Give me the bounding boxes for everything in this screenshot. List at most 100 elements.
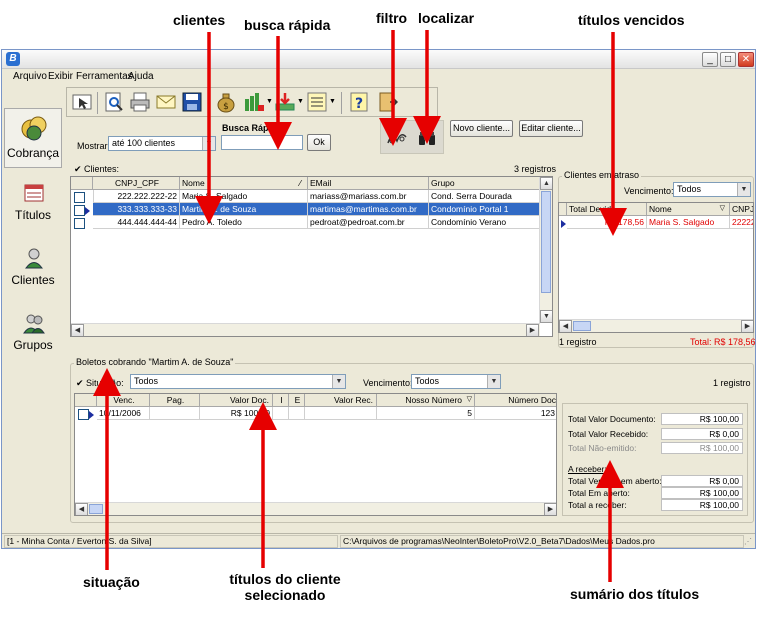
row-checkbox[interactable] — [78, 409, 89, 420]
scroll-thumb[interactable] — [541, 191, 551, 293]
print-icon[interactable] — [129, 91, 151, 113]
atraso-vencimento-select[interactable]: Todos ▼ — [673, 182, 751, 197]
grid-header-valor-doc[interactable]: Valor Doc. — [200, 394, 273, 407]
resize-grip-icon[interactable]: ⋰ — [744, 537, 752, 546]
cell-email: pedroat@pedroat.com.br — [308, 216, 429, 229]
grid-header-grupo[interactable]: Grupo — [429, 177, 540, 190]
chevron-down-icon[interactable]: ▼ — [297, 98, 304, 105]
busca-rapida-input[interactable] — [221, 135, 303, 150]
cell-total: R$ 178,56 — [567, 216, 647, 229]
email-icon[interactable] — [155, 91, 177, 113]
atraso-grid: Total Devido Nome ▽ CNPJ R$ 178,56 Maria … — [558, 202, 754, 333]
scroll-left-icon[interactable]: ◀ — [559, 320, 572, 332]
cell-nome: Maria S. Salgado — [647, 216, 730, 229]
list-icon[interactable] — [306, 91, 328, 113]
atraso-hscroll[interactable]: ◀ ▶ — [559, 319, 753, 332]
menu-ferramentas[interactable]: Ferramentas — [76, 71, 133, 82]
sidebar-label: Títulos — [14, 208, 51, 222]
grid-header-nome[interactable]: Nome ⁄ — [180, 177, 308, 190]
summary-value: R$ 100,00 — [661, 499, 743, 511]
clients-hscroll[interactable]: ◀ ▶ — [71, 323, 540, 336]
title-bar[interactable]: B _ □ ✕ — [2, 50, 755, 69]
annotation-titulos-vencidos: títulos vencidos — [578, 12, 685, 28]
grid-header-valor-rec[interactable]: Valor Rec. — [305, 394, 377, 407]
binoculars-icon[interactable] — [417, 129, 437, 147]
grid-header-email[interactable]: EMail — [308, 177, 429, 190]
summary-value: R$ 0,00 — [661, 475, 743, 487]
summary-value: R$ 100,00 — [661, 442, 743, 454]
scroll-thumb[interactable] — [89, 504, 103, 514]
chevron-down-icon: ▼ — [487, 375, 500, 388]
situacao-select[interactable]: Todos ▼ — [130, 374, 346, 389]
mostrar-select[interactable]: até 100 clientes ▼ — [108, 136, 216, 151]
menu-exibir[interactable]: Exibir — [48, 71, 73, 82]
download-icon[interactable] — [274, 91, 296, 113]
scroll-right-icon[interactable]: ▶ — [544, 503, 556, 515]
sidebar-item-clientes[interactable]: Clientes — [4, 243, 62, 303]
scroll-right-icon[interactable]: ▶ — [741, 320, 753, 332]
ok-button[interactable]: Ok — [307, 134, 331, 151]
scroll-thumb[interactable] — [573, 321, 591, 331]
grid-header-total[interactable]: Total Devido — [567, 203, 647, 216]
summary-value: R$ 100,00 — [661, 487, 743, 499]
menu-ajuda[interactable]: Ajuda — [128, 71, 154, 82]
boletos-vencimento-select[interactable]: Todos ▼ — [411, 374, 501, 389]
save-icon[interactable] — [181, 91, 203, 113]
app-window: B _ □ ✕ Arquivo Exibir Ferramentas Ajuda… — [1, 49, 756, 549]
coins-icon — [21, 116, 47, 141]
chevron-down-icon[interactable]: ▼ — [329, 98, 336, 105]
status-user: [1 - Minha Conta / Everton S. da Silva] — [4, 535, 338, 548]
grid-header-i[interactable]: I — [273, 394, 289, 407]
scroll-left-icon[interactable]: ◀ — [75, 503, 88, 515]
pointer-icon[interactable] — [71, 91, 93, 113]
filter-icon[interactable] — [386, 129, 408, 147]
menu-bar: Arquivo Exibir Ferramentas Ajuda — [2, 69, 755, 85]
sort-icon: ▽ — [466, 396, 472, 403]
sidebar-item-cobranca[interactable]: Cobrança — [4, 108, 62, 168]
help-icon[interactable]: ? — [348, 91, 370, 113]
row-checkbox[interactable] — [74, 205, 85, 216]
cell-e — [289, 407, 305, 420]
grid-header-e[interactable]: E — [289, 394, 305, 407]
grid-header-venc[interactable]: Venc. — [97, 394, 150, 407]
row-checkbox[interactable] — [74, 192, 85, 203]
scroll-left-icon[interactable]: ◀ — [71, 324, 84, 336]
grid-header-numero-doc[interactable]: Número Doc — [475, 394, 556, 407]
boletos-hscroll[interactable]: ◀ ▶ — [75, 502, 556, 515]
grid-header-cnpj[interactable]: CNPJ — [730, 203, 753, 216]
grid-header-nome[interactable]: Nome ▽ — [647, 203, 730, 216]
novo-cliente-button[interactable]: Novo cliente... — [450, 120, 513, 137]
money-bag-icon[interactable]: $ — [215, 91, 237, 113]
annotation-localizar: localizar — [418, 10, 475, 26]
scroll-down-icon[interactable]: ▼ — [540, 310, 552, 323]
add-boleto-icon[interactable] — [243, 91, 265, 113]
editar-cliente-button[interactable]: Editar cliente... — [519, 120, 583, 137]
grid-header-cnpj[interactable]: CNPJ_CPF — [93, 177, 180, 190]
scroll-right-icon[interactable]: ▶ — [526, 324, 539, 336]
cell-cnpj: 22222 — [730, 216, 753, 229]
close-button[interactable]: ✕ — [738, 52, 754, 67]
grid-header-pag[interactable]: Pag. — [150, 394, 200, 407]
sidebar-item-grupos[interactable]: Grupos — [4, 308, 62, 368]
grid-header-nosso-numero[interactable]: Nosso Número ▽ — [377, 394, 475, 407]
preview-icon[interactable] — [103, 91, 125, 113]
menu-arquivo[interactable]: Arquivo — [13, 71, 47, 82]
boletos-count: 1 registro — [713, 378, 751, 388]
sidebar-item-titulos[interactable]: Títulos — [4, 178, 62, 238]
receber-title: A receber: — [568, 464, 607, 474]
scroll-up-icon[interactable]: ▲ — [540, 177, 552, 190]
chevron-down-icon[interactable]: ▼ — [266, 98, 273, 105]
cell-venc: 10/11/2006 — [97, 407, 150, 420]
clients-vscroll[interactable]: ▲ ▼ — [539, 177, 552, 323]
chevron-down-icon: ▼ — [737, 183, 750, 196]
search-panel: Mostrar: até 100 clientes ▼ Busca Rápida … — [68, 118, 754, 160]
summary-panel: Total Valor Documento: R$ 100,00 Total V… — [562, 403, 748, 516]
minimize-button[interactable]: _ — [702, 52, 718, 67]
atraso-total: Total: R$ 178,56 — [690, 337, 756, 347]
row-indicator-icon — [561, 220, 566, 228]
summary-label: Total Valor Recebido: — [568, 429, 649, 439]
row-checkbox[interactable] — [74, 218, 85, 229]
atraso-title: Clientes em atraso — [562, 170, 642, 180]
maximize-button[interactable]: □ — [720, 52, 736, 67]
exit-icon[interactable] — [376, 91, 398, 113]
